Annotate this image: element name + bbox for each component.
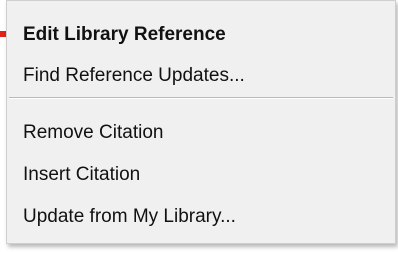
menu-item-insert-citation[interactable]: Insert Citation — [7, 157, 395, 193]
menu-item-edit-library-reference[interactable]: Edit Library Reference — [7, 17, 395, 53]
screen: Edit Library Reference Find Reference Up… — [0, 0, 398, 254]
context-menu: Edit Library Reference Find Reference Up… — [6, 0, 396, 244]
menu-item-find-reference-updates[interactable]: Find Reference Updates... — [7, 58, 395, 94]
menu-separator — [9, 97, 393, 99]
menu-item-update-from-my-library[interactable]: Update from My Library... — [7, 199, 395, 235]
menu-item-remove-citation[interactable]: Remove Citation — [7, 115, 395, 151]
